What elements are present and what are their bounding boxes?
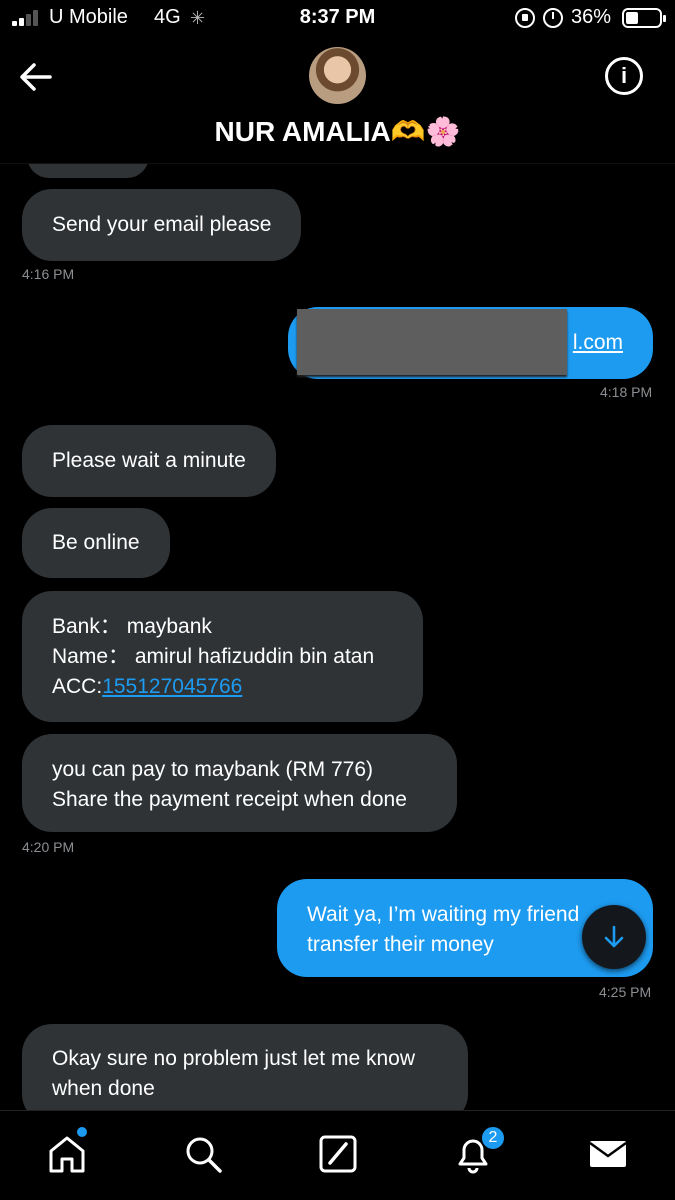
message-bubble[interactable]: Please wait a minute: [22, 425, 276, 497]
account-number-link[interactable]: 155127045766: [102, 675, 242, 698]
bottom-navigation: 2: [0, 1110, 675, 1200]
arrow-down-icon: [604, 925, 624, 948]
message-text: when done: [52, 1077, 155, 1100]
message-bubble-bank-details[interactable]: Bank： maybank Name： amirul hafizuddin bi…: [22, 591, 423, 722]
message-bubble[interactable]: you can pay to maybank (RM 776) Share th…: [22, 734, 457, 832]
message-timestamp: 4:25 PM: [599, 984, 652, 1000]
message-text: Send your email please: [52, 213, 272, 236]
message-thread[interactable]: Send your email please 4:16 PM l.com 4:1…: [0, 164, 675, 1110]
scroll-to-bottom-button[interactable]: [582, 905, 646, 969]
message-text: Wait ya, I’m waiting my friend: [307, 903, 580, 926]
home-icon: [49, 1136, 85, 1173]
compose-icon: [319, 1135, 357, 1173]
message-bubble[interactable]: Be online: [22, 508, 170, 578]
battery-icon: [622, 8, 666, 28]
orientation-lock-icon: [515, 8, 535, 28]
message-text: transfer their money: [307, 933, 494, 956]
contact-name[interactable]: NUR AMALIA🫶🌸: [0, 115, 675, 148]
message-bubble-partial[interactable]: [27, 164, 149, 178]
message-timestamp: 4:18 PM: [600, 384, 653, 400]
nav-home[interactable]: [44, 1127, 90, 1177]
info-circle-icon: i: [620, 63, 628, 88]
mail-icon: [589, 1141, 627, 1167]
bank-line: Bank： maybank: [52, 615, 212, 638]
notification-count-badge: 2: [480, 1125, 506, 1151]
account-number-line: ACC:155127045766: [52, 672, 393, 702]
arrow-left-icon: [20, 63, 52, 91]
message-bubble[interactable]: Okay sure no problem just let me know wh…: [22, 1024, 468, 1110]
info-button[interactable]: i: [605, 57, 643, 95]
nav-notifications[interactable]: 2: [450, 1125, 506, 1177]
message-timestamp: 4:20 PM: [22, 839, 75, 855]
status-bar: U Mobile 4G ✳ 8:37 PM 36%: [0, 0, 675, 40]
account-label: ACC:: [52, 675, 103, 698]
message-text: you can pay to maybank (RM 776): [52, 758, 373, 781]
message-text: Be online: [52, 531, 140, 554]
nav-compose[interactable]: [315, 1131, 361, 1177]
search-icon: [186, 1137, 222, 1173]
message-text: Share the payment receipt when done: [52, 788, 407, 811]
account-name-line: Name： amirul hafizuddin bin atan: [52, 645, 375, 668]
message-text: Please wait a minute: [52, 449, 246, 472]
message-text: Okay sure no problem just let me know: [52, 1047, 415, 1070]
nav-messages[interactable]: [585, 1131, 631, 1177]
message-bubble[interactable]: Send your email please: [22, 189, 302, 261]
avatar[interactable]: [309, 47, 366, 104]
back-button[interactable]: [14, 55, 58, 99]
home-activity-dot: [77, 1127, 87, 1137]
redaction-block: [297, 309, 567, 375]
nav-search[interactable]: [180, 1131, 226, 1177]
alarm-icon: [543, 8, 563, 28]
message-timestamp: 4:16 PM: [22, 266, 75, 282]
battery-percent: 36%: [571, 6, 612, 28]
